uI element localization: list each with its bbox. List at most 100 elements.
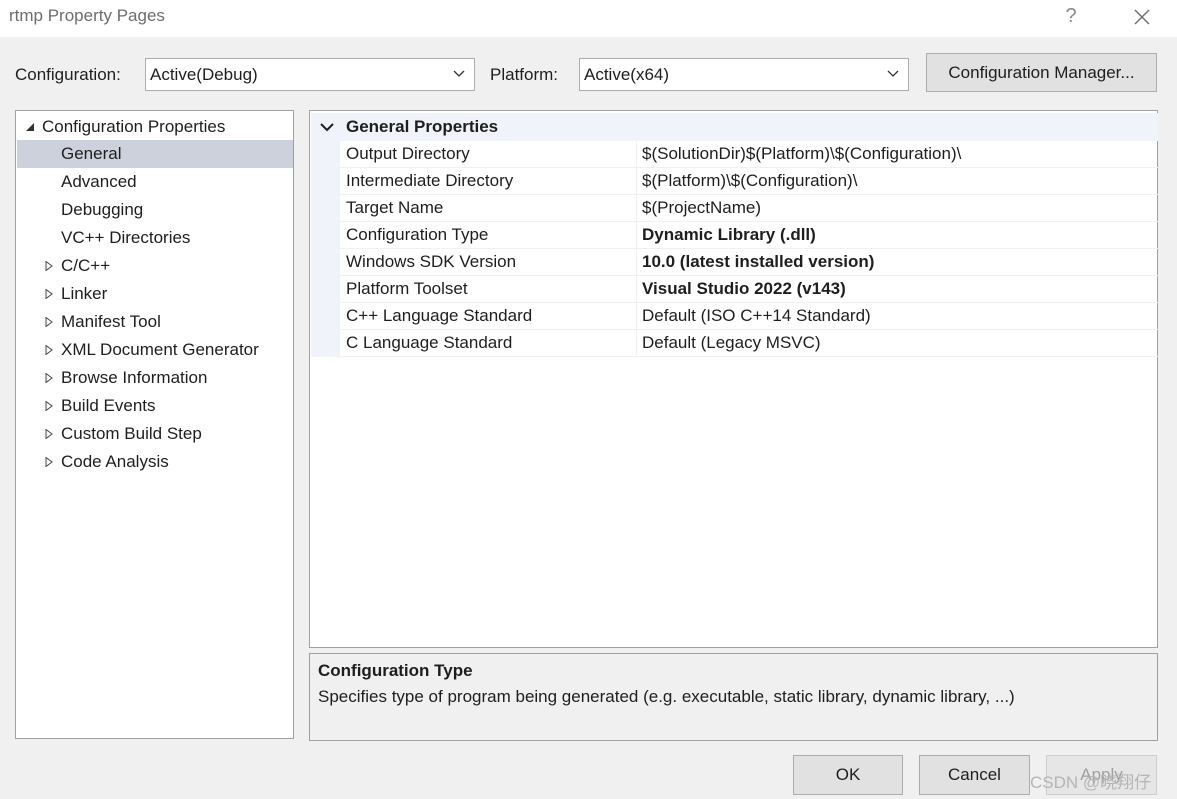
column-divider (636, 141, 637, 168)
tree-item-vc-directories[interactable]: VC++ Directories (17, 224, 294, 252)
property-row-intermediate-directory[interactable]: Intermediate Directory $(Platform)\$(Con… (311, 168, 1158, 195)
property-name: Target Name (346, 198, 444, 217)
chevron-down-icon (453, 70, 465, 77)
property-value[interactable]: 10.0 (latest installed version) (642, 252, 874, 272)
row-gutter (311, 195, 340, 222)
property-row-c-language-standard[interactable]: C Language Standard Default (Legacy MSVC… (311, 330, 1158, 357)
property-row-platform-toolset[interactable]: Platform Toolset Visual Studio 2022 (v14… (311, 276, 1158, 303)
configuration-label: Configuration: (15, 65, 121, 84)
section-header-general-properties[interactable]: General Properties (311, 113, 1158, 141)
tree-item-general[interactable]: General (17, 140, 293, 168)
title-bar: rtmp Property Pages ? (0, 0, 1177, 37)
help-button[interactable]: ? (1058, 2, 1084, 32)
column-divider (636, 303, 637, 330)
collapsed-triangle-icon[interactable] (44, 317, 54, 327)
collapsed-triangle-icon[interactable] (44, 457, 54, 467)
property-row-windows-sdk-version[interactable]: Windows SDK Version 10.0 (latest install… (311, 249, 1158, 276)
property-value[interactable]: $(ProjectName) (642, 198, 761, 218)
tree-item-label: Debugging (61, 200, 144, 219)
configuration-manager-button[interactable]: Configuration Manager... (926, 53, 1157, 92)
row-gutter (311, 330, 340, 357)
column-divider (636, 330, 637, 357)
watermark-text: CSDN @晓翔仔 (1030, 773, 1152, 792)
property-grid: General Properties Output Directory $(So… (309, 110, 1158, 648)
tree-item-label: Browse Information (61, 368, 208, 387)
property-row-cpp-language-standard[interactable]: C++ Language Standard Default (ISO C++14… (311, 303, 1158, 330)
property-name: Windows SDK Version (346, 252, 517, 271)
row-gutter (311, 168, 340, 195)
row-gutter (311, 222, 340, 249)
tree-item-xml-document-generator[interactable]: XML Document Generator (17, 336, 294, 364)
chevron-down-icon (887, 70, 899, 77)
platform-label: Platform: (490, 65, 559, 84)
tree-item-linker[interactable]: Linker (17, 280, 294, 308)
tree-item-label: Advanced (61, 172, 137, 191)
property-name: Configuration Type (346, 225, 489, 244)
tree-item-manifest-tool[interactable]: Manifest Tool (17, 308, 294, 336)
tree-item-label: VC++ Directories (61, 228, 191, 247)
expanded-triangle-icon (26, 123, 34, 131)
property-row-output-directory[interactable]: Output Directory $(SolutionDir)$(Platfor… (311, 141, 1158, 168)
tree-item-custom-build-step[interactable]: Custom Build Step (17, 420, 294, 448)
configuration-select[interactable]: Active(Debug) (145, 58, 475, 91)
description-panel: Configuration Type Specifies type of pro… (309, 653, 1158, 741)
tree-item-advanced[interactable]: Advanced (17, 168, 294, 196)
row-gutter (311, 276, 340, 303)
ok-button[interactable]: OK (793, 755, 903, 795)
tree-item-label: XML Document Generator (61, 340, 259, 359)
tree-item-debugging[interactable]: Debugging (17, 196, 294, 224)
tree-item-browse-information[interactable]: Browse Information (17, 364, 294, 392)
column-divider (636, 249, 637, 276)
column-divider (636, 222, 637, 249)
row-gutter (311, 141, 340, 168)
property-value[interactable]: Dynamic Library (.dll) (642, 225, 816, 245)
row-gutter (311, 303, 340, 330)
column-divider (636, 168, 637, 195)
collapsed-triangle-icon[interactable] (44, 401, 54, 411)
tree-item-label: Linker (61, 284, 108, 303)
tree-item-label: Manifest Tool (61, 312, 161, 331)
tree-item-label: Build Events (61, 396, 156, 415)
property-name: C Language Standard (346, 333, 513, 352)
collapsed-triangle-icon[interactable] (44, 373, 54, 383)
close-icon (1134, 9, 1150, 25)
property-value[interactable]: Default (Legacy MSVC) (642, 333, 821, 353)
tree-root-configuration-properties[interactable]: Configuration Properties (17, 113, 294, 141)
platform-value: Active(x64) (584, 65, 670, 84)
property-value[interactable]: $(Platform)\$(Configuration)\ (642, 171, 857, 191)
property-row-configuration-type[interactable]: Configuration Type Dynamic Library (.dll… (311, 222, 1158, 249)
section-title: General Properties (346, 117, 499, 136)
property-name: C++ Language Standard (346, 306, 533, 325)
tree-item-label: General (61, 144, 122, 163)
column-divider (636, 276, 637, 303)
tree-item-label: Custom Build Step (61, 424, 202, 443)
tree-root-label: Configuration Properties (42, 117, 226, 136)
property-value[interactable]: $(SolutionDir)$(Platform)\$(Configuratio… (642, 144, 961, 164)
property-value[interactable]: Visual Studio 2022 (v143) (642, 279, 846, 299)
description-title: Configuration Type (318, 661, 473, 680)
tree-item-code-analysis[interactable]: Code Analysis (17, 448, 294, 476)
property-row-target-name[interactable]: Target Name $(ProjectName) (311, 195, 1158, 222)
configuration-value: Active(Debug) (150, 65, 258, 84)
collapsed-triangle-icon[interactable] (44, 429, 54, 439)
property-name: Platform Toolset (346, 279, 468, 298)
description-text: Specifies type of program being generate… (318, 687, 1015, 706)
row-gutter (311, 249, 340, 276)
collapsed-triangle-icon[interactable] (44, 289, 54, 299)
tree-item-c-cpp[interactable]: C/C++ (17, 252, 294, 280)
close-button[interactable] (1127, 2, 1157, 32)
property-tree: Configuration Properties General Advance… (15, 110, 294, 739)
column-divider (636, 195, 637, 222)
collapsed-triangle-icon[interactable] (44, 261, 54, 271)
property-value[interactable]: Default (ISO C++14 Standard) (642, 306, 871, 326)
property-name: Intermediate Directory (346, 171, 514, 190)
collapsed-triangle-icon[interactable] (44, 345, 54, 355)
tree-item-label: C/C++ (61, 256, 111, 275)
cancel-button[interactable]: Cancel (919, 755, 1030, 795)
window-title: rtmp Property Pages (9, 6, 165, 25)
property-name: Output Directory (346, 144, 470, 163)
tree-item-label: Code Analysis (61, 452, 169, 471)
chevron-down-icon[interactable] (320, 122, 334, 132)
tree-item-build-events[interactable]: Build Events (17, 392, 294, 420)
platform-select[interactable]: Active(x64) (579, 58, 909, 91)
